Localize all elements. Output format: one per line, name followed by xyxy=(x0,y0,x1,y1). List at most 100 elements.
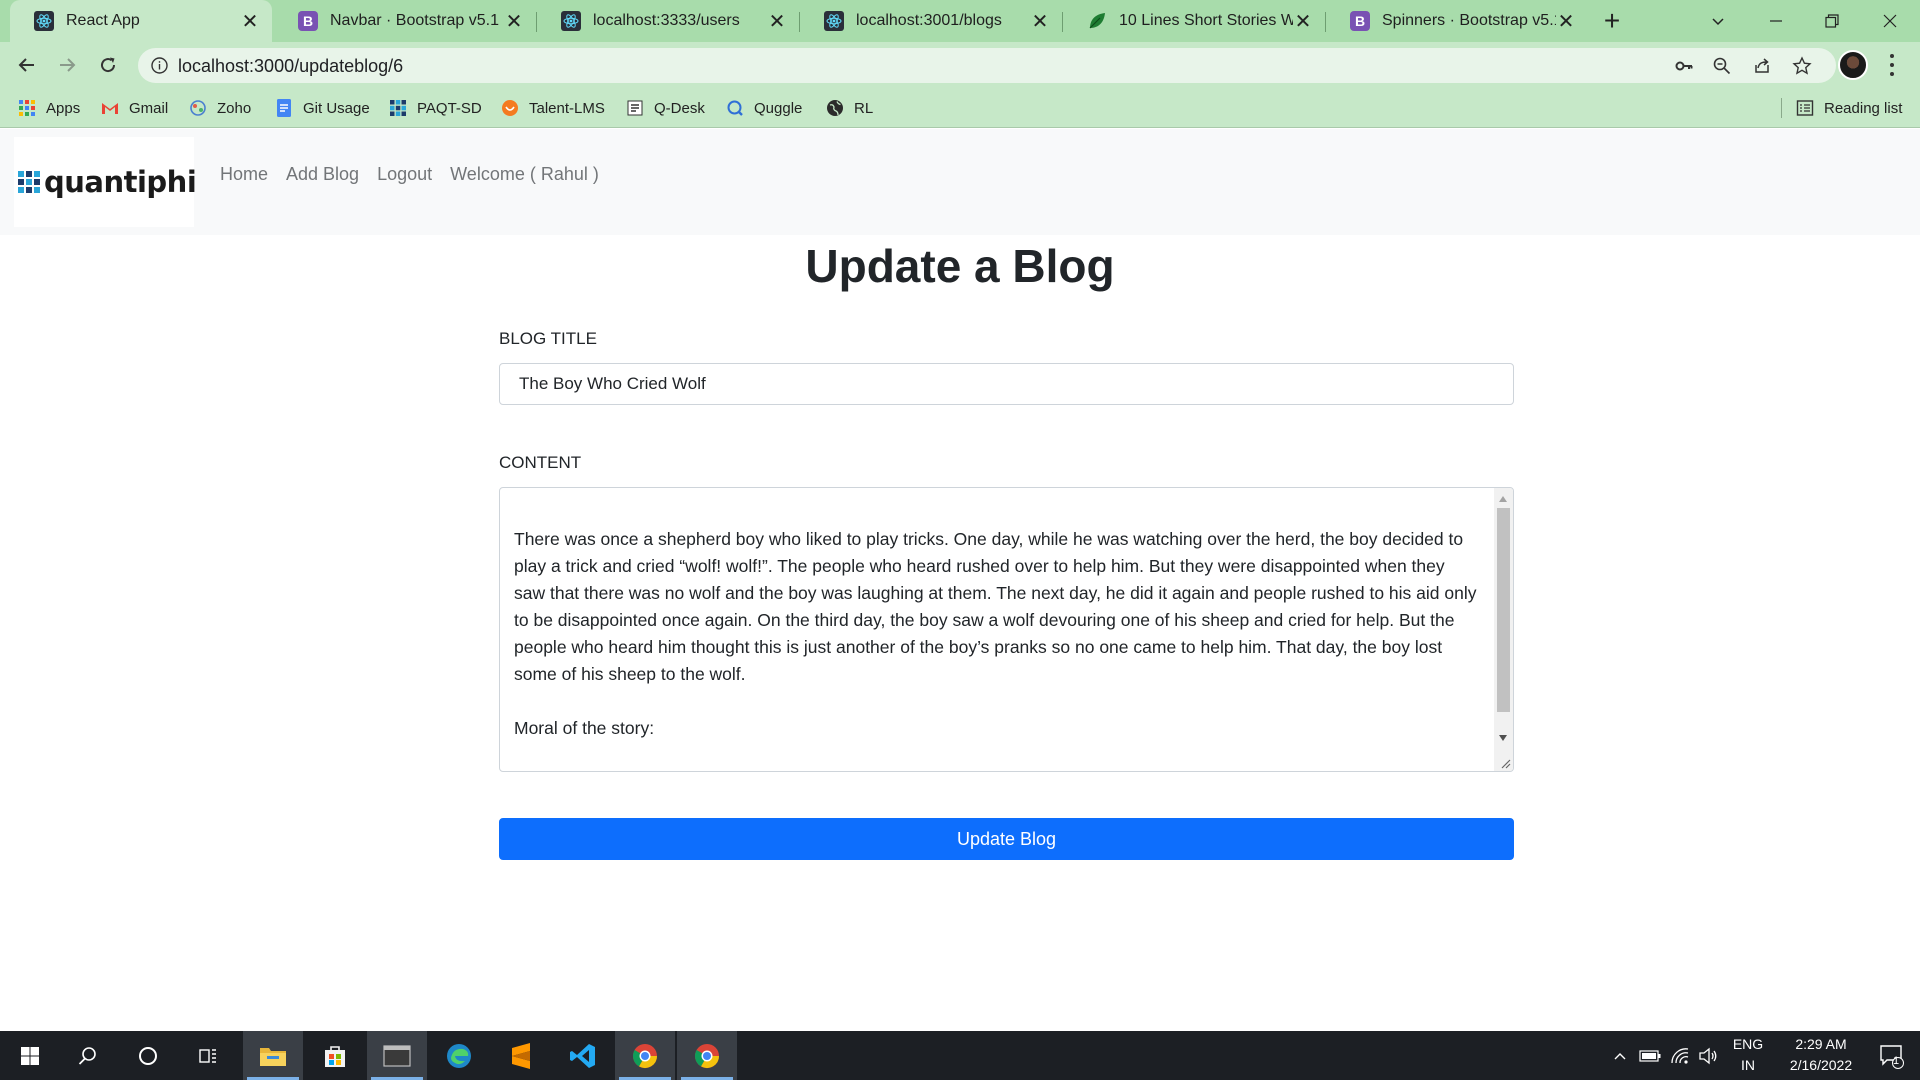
site-navbar: quantiphi Home Add Blog Logout Welcome (… xyxy=(0,129,1920,235)
taskbar-terminal[interactable] xyxy=(367,1031,427,1080)
taskbar-store[interactable] xyxy=(305,1031,365,1080)
docs-icon xyxy=(275,99,293,117)
task-view-button[interactable] xyxy=(178,1031,238,1080)
close-window-button[interactable] xyxy=(1862,0,1918,42)
wifi-icon xyxy=(1671,1047,1689,1064)
update-blog-button[interactable]: Update Blog xyxy=(499,818,1514,860)
blog-title-input[interactable] xyxy=(499,363,1514,405)
address-bar[interactable]: localhost:3000/updateblog/6 xyxy=(138,48,1836,83)
taskbar-chrome-2[interactable] xyxy=(677,1031,737,1080)
nav-link-add-blog[interactable]: Add Blog xyxy=(286,164,359,185)
battery-button[interactable] xyxy=(1636,1031,1664,1080)
chrome-icon xyxy=(632,1043,657,1068)
taskbar-edge[interactable] xyxy=(429,1031,489,1080)
svg-text:B: B xyxy=(1355,13,1365,29)
resize-grip-icon[interactable] xyxy=(1497,755,1511,769)
clock[interactable]: 2:29 AM 2/16/2022 xyxy=(1774,1034,1868,1076)
bookmark-label: PAQT-SD xyxy=(417,99,482,117)
tab-search-button[interactable] xyxy=(1690,0,1746,42)
close-icon[interactable]: ✕ xyxy=(240,11,260,33)
sublime-text-icon xyxy=(512,1042,530,1069)
browser-menu-icon[interactable] xyxy=(1882,52,1902,78)
tab-navbar-bootstrap[interactable]: B Navbar · Bootstrap v5.1 ✕ xyxy=(274,0,536,42)
windows-logo-icon xyxy=(21,1046,39,1065)
cortana-button[interactable] xyxy=(118,1031,178,1080)
bookmark-gmail[interactable]: Gmail xyxy=(101,97,168,119)
nav-link-home[interactable]: Home xyxy=(220,164,268,185)
taskbar-vscode[interactable] xyxy=(553,1031,613,1080)
vscode-icon xyxy=(570,1043,595,1068)
language-indicator[interactable]: ENG IN xyxy=(1726,1034,1770,1076)
nav-link-logout[interactable]: Logout xyxy=(377,164,432,185)
reload-icon xyxy=(101,57,116,73)
react-icon xyxy=(824,11,844,31)
restore-button[interactable] xyxy=(1804,0,1860,42)
tab-localhost-blogs[interactable]: localhost:3001/blogs ✕ xyxy=(800,0,1062,42)
bookmark-git-usage[interactable]: Git Usage xyxy=(275,97,370,119)
browser-toolbar: localhost:3000/updateblog/6 xyxy=(0,42,1920,88)
back-button[interactable] xyxy=(10,48,44,82)
bookmark-apps[interactable]: Apps xyxy=(18,97,80,119)
bootstrap-icon: B xyxy=(298,11,318,31)
info-icon[interactable] xyxy=(150,56,169,75)
brand-name: quantiphi xyxy=(44,165,197,199)
windows-taskbar: ENG IN 2:29 AM 2/16/2022 1 xyxy=(0,1031,1920,1080)
bookmark-q-desk[interactable]: Q-Desk xyxy=(626,97,705,119)
scroll-down-arrow-icon[interactable] xyxy=(1499,735,1507,741)
chevron-up-icon xyxy=(1614,1052,1626,1059)
bookmark-paqt-sd[interactable]: PAQT-SD xyxy=(389,97,482,119)
new-tab-button[interactable]: + xyxy=(1596,5,1628,37)
bookmark-label: Talent-LMS xyxy=(529,99,605,117)
tab-title: localhost:3333/users xyxy=(593,12,740,29)
folder-icon xyxy=(260,1047,286,1066)
network-button[interactable] xyxy=(1666,1031,1694,1080)
bookmark-label: Zoho xyxy=(217,99,252,117)
taskbar-sublime[interactable] xyxy=(491,1031,551,1080)
bookmark-talent-lms[interactable]: Talent-LMS xyxy=(501,97,605,119)
leaf-icon xyxy=(1087,11,1107,31)
bookmark-zoho[interactable]: Zoho xyxy=(189,97,251,119)
region-code: IN xyxy=(1741,1057,1755,1073)
show-hidden-icons-button[interactable] xyxy=(1606,1031,1634,1080)
close-icon[interactable]: ✕ xyxy=(1030,11,1050,33)
start-button[interactable] xyxy=(0,1031,60,1080)
language-code: ENG xyxy=(1732,1036,1764,1052)
tab-react-app[interactable]: React App ✕ xyxy=(10,0,272,42)
close-icon[interactable]: ✕ xyxy=(1556,11,1576,33)
zoom-icon[interactable] xyxy=(1712,56,1732,76)
task-view-icon xyxy=(199,1048,216,1063)
bookmark-star-icon[interactable] xyxy=(1792,56,1812,76)
restore-icon xyxy=(1825,14,1839,28)
tab-spinners-bootstrap[interactable]: B Spinners · Bootstrap v5.1 ✕ xyxy=(1326,0,1588,42)
content-textarea[interactable]: There was once a shepherd boy who liked … xyxy=(499,487,1514,772)
close-icon[interactable]: ✕ xyxy=(767,11,787,33)
volume-button[interactable] xyxy=(1694,1031,1722,1080)
scroll-up-arrow-icon[interactable] xyxy=(1499,496,1507,502)
tab-short-stories[interactable]: 10 Lines Short Stories With ✕ xyxy=(1063,0,1325,42)
share-icon[interactable] xyxy=(1752,56,1772,76)
tab-localhost-users[interactable]: localhost:3333/users ✕ xyxy=(537,0,799,42)
close-icon[interactable]: ✕ xyxy=(1293,11,1313,33)
clock-date: 2/16/2022 xyxy=(1789,1057,1853,1073)
terminal-icon xyxy=(383,1044,411,1067)
close-icon[interactable]: ✕ xyxy=(504,11,524,33)
reload-button[interactable] xyxy=(91,48,125,82)
minimize-button[interactable] xyxy=(1748,0,1804,42)
brand-logo[interactable]: quantiphi xyxy=(14,137,197,227)
taskbar-chrome-1[interactable] xyxy=(615,1031,675,1080)
tab-title: React App xyxy=(66,12,140,29)
notifications-button[interactable]: 1 xyxy=(1870,1031,1914,1080)
content-scrollbar[interactable] xyxy=(1494,488,1513,771)
scrollbar-thumb[interactable] xyxy=(1497,508,1510,712)
forward-button[interactable] xyxy=(50,48,84,82)
nav-welcome-text: Welcome ( Rahul ) xyxy=(450,164,599,184)
bookmark-quggle[interactable]: Quggle xyxy=(726,97,802,119)
gmail-icon xyxy=(101,99,119,117)
taskbar-search-button[interactable] xyxy=(58,1031,118,1080)
taskbar-file-explorer[interactable] xyxy=(243,1031,303,1080)
bookmarks-bar: Apps Gmail Zoho Git Usage PAQT-SD Talent… xyxy=(0,88,1920,128)
bookmark-rl[interactable]: RL xyxy=(826,97,873,119)
profile-avatar[interactable] xyxy=(1838,50,1868,80)
reading-list-button[interactable]: Reading list xyxy=(1796,97,1902,119)
key-icon[interactable] xyxy=(1674,56,1694,76)
